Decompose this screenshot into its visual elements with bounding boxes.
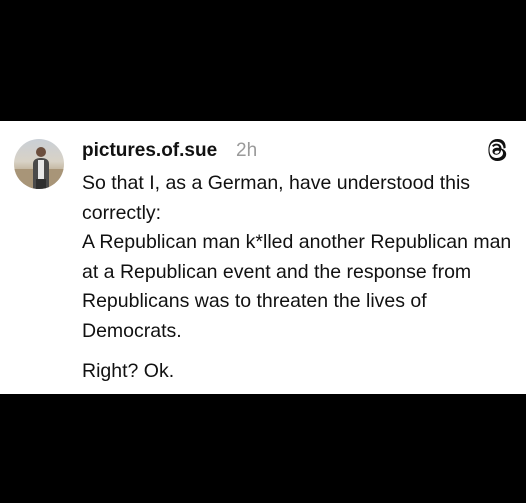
author-avatar[interactable] bbox=[14, 139, 64, 189]
post-body: So that I, as a German, have understood … bbox=[82, 169, 517, 387]
user-avatar-icon bbox=[14, 147, 64, 189]
post-paragraph-closing: Right? Ok. bbox=[82, 360, 175, 382]
post-timestamp: 2h bbox=[236, 140, 258, 161]
threads-icon[interactable] bbox=[484, 137, 510, 163]
post-paragraph-intro: So that I, as a German, have understood … bbox=[82, 172, 471, 224]
post-paragraph-main: A Republican man k*lled another Republic… bbox=[82, 231, 512, 342]
author-username[interactable]: pictures.of.sue bbox=[82, 139, 217, 163]
post-card: pictures.of.sue 2h So that I, as a Germa… bbox=[0, 121, 526, 394]
